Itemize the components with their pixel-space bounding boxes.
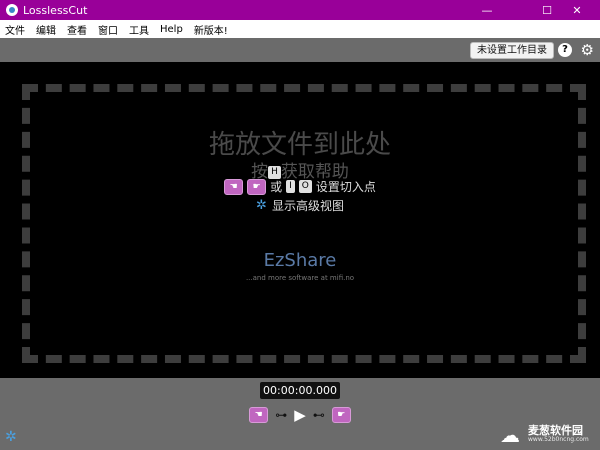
window-title: LosslessCut	[23, 3, 88, 17]
menu-edit[interactable]: 编辑	[31, 22, 62, 37]
cloud-icon: ☁	[500, 423, 520, 447]
working-directory-button[interactable]: 未设置工作目录	[470, 42, 554, 59]
advanced-view-toggle[interactable]: ✲ 显示高级视图	[0, 197, 600, 214]
help-key: H	[268, 165, 281, 179]
cut-start-key: I	[286, 180, 295, 193]
play-icon[interactable]: ▶	[294, 406, 306, 424]
baby-icon: ✲	[256, 198, 267, 213]
simple-mode-toggle-icon[interactable]: ✲	[5, 429, 17, 445]
menu-new-version[interactable]: 新版本!	[189, 22, 234, 37]
cut-or-text: 或	[270, 180, 283, 194]
help-icon[interactable]: ?	[558, 43, 572, 57]
bottom-controls: 00:00:00.000 ☚ ⊶ ▶ ⊷ ☛ ✲ ☁ 麦葱软件园 www.52b…	[0, 378, 600, 450]
watermark: ☁ 麦葱软件园 www.52b0ncng.com	[500, 421, 596, 447]
close-button[interactable]: ✕	[554, 0, 600, 20]
set-cut-start-icon[interactable]: ☚	[224, 178, 244, 195]
menu-window[interactable]: 窗口	[93, 22, 124, 37]
app-logo-icon	[6, 4, 18, 16]
jump-cut-start-key-icon[interactable]: ⊶	[275, 408, 287, 422]
cut-end-key: O	[298, 180, 312, 193]
jump-cut-end-key-icon[interactable]: ⊷	[313, 408, 325, 422]
cut-start-button[interactable]: ☚	[249, 407, 269, 423]
cut-suffix: 设置切入点	[315, 180, 376, 194]
watermark-url: www.52b0ncng.com	[528, 436, 589, 443]
top-toolbar: 未设置工作目录 ? ⚙	[0, 38, 600, 62]
gear-icon[interactable]: ⚙	[581, 41, 594, 59]
title-bar: LosslessCut — ☐ ✕	[0, 0, 600, 20]
menu-help[interactable]: Help	[155, 24, 189, 35]
timecode-display[interactable]: 00:00:00.000	[260, 382, 340, 399]
menu-tools[interactable]: 工具	[124, 22, 155, 37]
advanced-view-label: 显示高级视图	[271, 199, 344, 213]
minimize-button[interactable]: —	[464, 0, 510, 20]
cut-end-button[interactable]: ☛	[331, 407, 351, 423]
brand-subtitle: ...and more software at mifi.no	[245, 274, 355, 282]
menu-view[interactable]: 查看	[62, 22, 93, 37]
menu-bar: 文件 编辑 查看 窗口 工具 Help 新版本!	[0, 20, 600, 38]
brand-name[interactable]: EzShare	[0, 250, 600, 271]
drop-title: 拖放文件到此处	[208, 130, 391, 160]
main-drop-area[interactable]	[0, 62, 600, 378]
cut-point-hint: ☚ ☛ 或 I O 设置切入点	[0, 178, 600, 195]
menu-file[interactable]: 文件	[0, 22, 31, 37]
set-cut-end-icon[interactable]: ☛	[247, 178, 267, 195]
